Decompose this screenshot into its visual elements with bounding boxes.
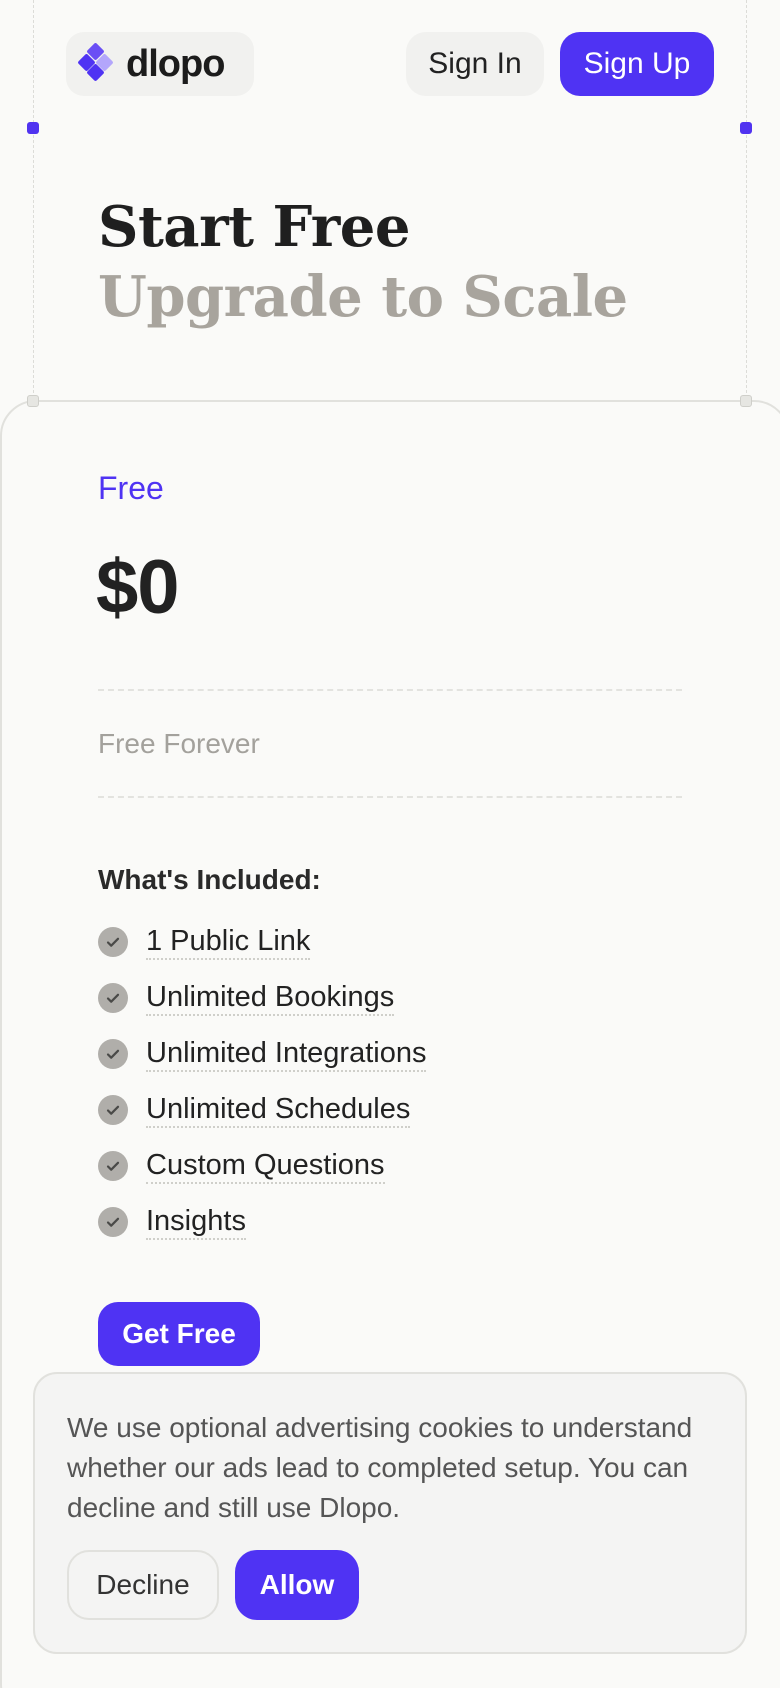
diamond-logo-icon — [78, 41, 120, 88]
check-icon — [98, 1039, 128, 1069]
check-icon — [98, 983, 128, 1013]
sign-up-button[interactable]: Sign Up — [560, 32, 714, 96]
feature-item: Unlimited Integrations — [98, 1026, 427, 1082]
divider — [98, 796, 682, 798]
plan-price: $0 — [96, 545, 180, 630]
hero: Start Free Upgrade to Scale — [98, 192, 628, 332]
feature-label[interactable]: Unlimited Schedules — [146, 1092, 411, 1128]
feature-label[interactable]: Unlimited Bookings — [146, 980, 395, 1016]
hero-title: Start Free — [98, 194, 410, 260]
feature-label[interactable]: Insights — [146, 1204, 246, 1240]
corner-marker — [27, 395, 39, 407]
check-icon — [98, 1095, 128, 1125]
get-free-button[interactable]: Get Free — [98, 1302, 260, 1366]
logo-link[interactable]: dlopo — [66, 32, 254, 96]
plan-name: Free — [98, 470, 164, 506]
feature-label[interactable]: Unlimited Integrations — [146, 1036, 427, 1072]
hero-subtitle: Upgrade to Scale — [98, 264, 628, 330]
cookie-message: We use optional advertising cookies to u… — [67, 1412, 693, 1523]
feature-item: Custom Questions — [98, 1138, 426, 1194]
decline-cookies-button[interactable]: Decline — [67, 1550, 219, 1620]
corner-marker — [740, 122, 752, 134]
cookie-banner: We use optional advertising cookies to u… — [33, 1372, 747, 1654]
feature-item: Unlimited Schedules — [98, 1082, 426, 1138]
corner-marker — [27, 122, 39, 134]
feature-label[interactable]: Custom Questions — [146, 1148, 385, 1184]
feature-list: 1 Public Link Unlimited Bookings Unlimit… — [98, 914, 427, 1250]
sign-in-button[interactable]: Sign In — [406, 32, 544, 96]
check-icon — [98, 1207, 128, 1237]
corner-marker — [740, 395, 752, 407]
page: dlopo Sign In Sign Up Start Free Upgrade… — [0, 0, 780, 1688]
check-icon — [98, 927, 128, 957]
feature-item: 1 Public Link — [98, 914, 426, 970]
logo-wordmark: dlopo — [126, 42, 225, 85]
site-header: dlopo Sign In Sign Up — [66, 32, 714, 96]
feature-item: Unlimited Bookings — [98, 970, 426, 1026]
divider — [98, 689, 682, 691]
plan-note: Free Forever — [98, 728, 260, 759]
included-title: What's Included: — [98, 864, 321, 895]
feature-label[interactable]: 1 Public Link — [146, 924, 311, 960]
check-icon — [98, 1151, 128, 1181]
allow-cookies-button[interactable]: Allow — [235, 1550, 359, 1620]
feature-item: Insights — [98, 1194, 426, 1250]
